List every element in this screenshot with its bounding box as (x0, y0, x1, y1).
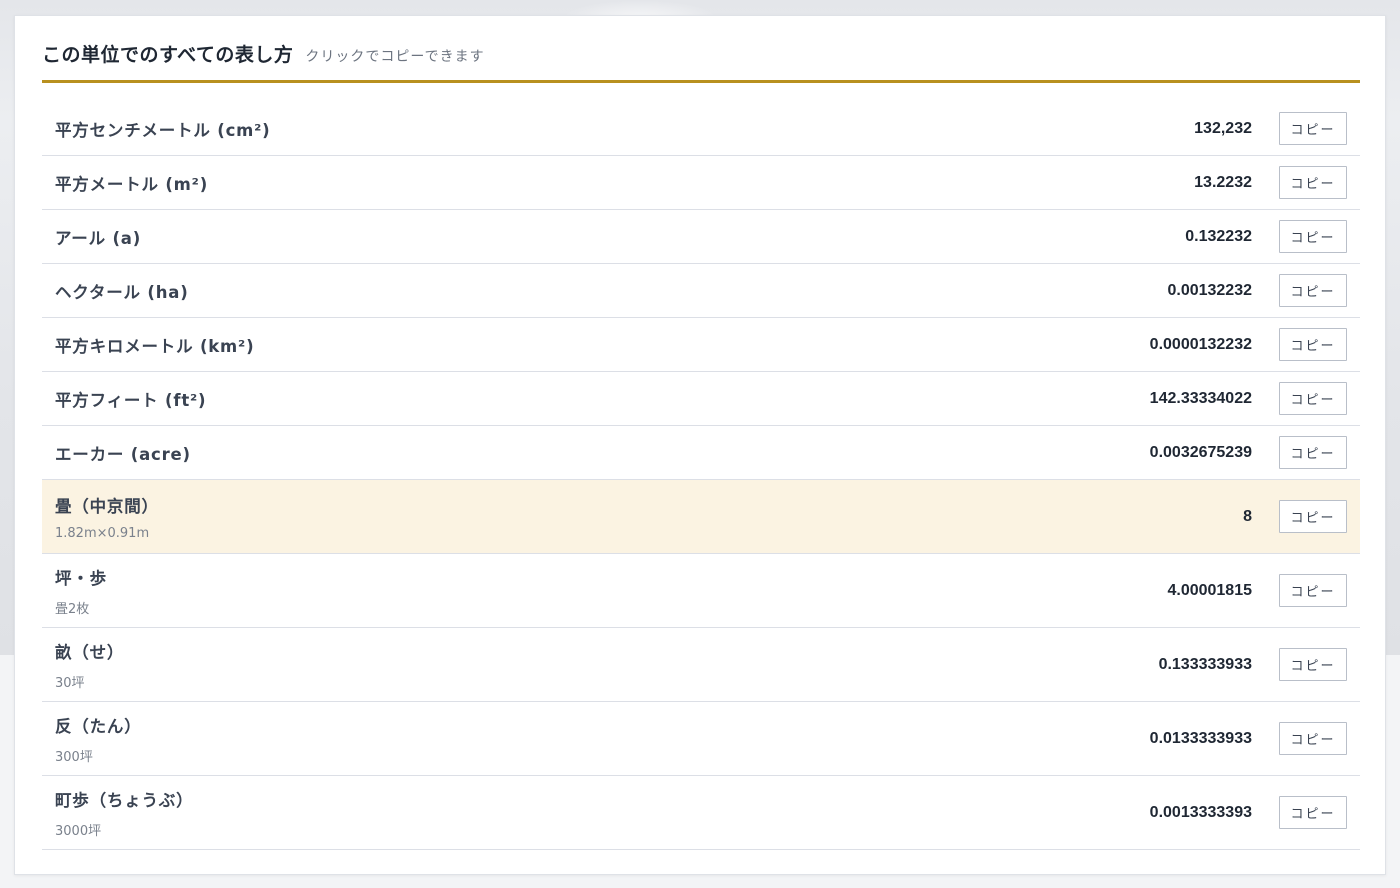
conversion-card: この単位でのすべての表し方 クリックでコピーできます 平方センチメートル (cm… (14, 15, 1386, 875)
unit-value: 0.0032675239 (1149, 443, 1252, 461)
unit-value: 13.2232 (1194, 173, 1252, 191)
unit-name: 坪・歩 (55, 568, 107, 588)
unit-name: 畳（中京間） (55, 496, 159, 516)
unit-row-hectare: ヘクタール (ha) 0.00132232 コピー (42, 264, 1360, 318)
unit-row-se: 畝（せ） 30坪 0.133333933 コピー (42, 628, 1360, 702)
unit-value: 4.00001815 (1167, 581, 1252, 599)
copy-hint: クリックでコピーできます (305, 49, 485, 65)
copy-button[interactable]: コピー (1279, 274, 1347, 307)
copy-button[interactable]: コピー (1279, 112, 1347, 145)
unit-row-jo-selected: 畳（中京間） 1.82m×0.91m 8 コピー (42, 480, 1360, 554)
copy-button[interactable]: コピー (1279, 220, 1347, 253)
unit-list: 平方センチメートル (cm²) 132,232 コピー 平方メートル (m²) … (42, 102, 1360, 850)
copy-button[interactable]: コピー (1279, 574, 1347, 607)
unit-value: 0.0000132232 (1149, 335, 1252, 353)
unit-value: 0.132232 (1185, 227, 1252, 245)
unit-row-cm2: 平方センチメートル (cm²) 132,232 コピー (42, 102, 1360, 156)
unit-value: 0.133333933 (1158, 655, 1252, 673)
unit-name: 平方キロメートル (km²) (55, 336, 255, 356)
unit-description: 300坪 (55, 749, 93, 765)
unit-name: エーカー (acre) (55, 444, 191, 464)
unit-description: 3000坪 (55, 823, 102, 839)
unit-name: 反（たん） (55, 716, 142, 736)
unit-value: 0.0013333393 (1149, 803, 1252, 821)
unit-row-acre: エーカー (acre) 0.0032675239 コピー (42, 426, 1360, 480)
card-header: この単位でのすべての表し方 クリックでコピーできます (42, 44, 1360, 83)
unit-row-km2: 平方キロメートル (km²) 0.0000132232 コピー (42, 318, 1360, 372)
unit-value: 8 (1243, 507, 1252, 525)
unit-description: 1.82m×0.91m (55, 525, 150, 541)
unit-name: アール (a) (55, 228, 142, 248)
unit-row-tan: 反（たん） 300坪 0.0133333933 コピー (42, 702, 1360, 776)
unit-name: 平方フィート (ft²) (55, 390, 207, 410)
unit-row-chobu: 町歩（ちょうぶ） 3000坪 0.0013333393 コピー (42, 776, 1360, 850)
unit-value: 142.33334022 (1149, 389, 1252, 407)
unit-description: 30坪 (55, 675, 85, 691)
unit-description: 畳2枚 (55, 601, 90, 617)
unit-row-are: アール (a) 0.132232 コピー (42, 210, 1360, 264)
unit-name: 町歩（ちょうぶ） (55, 790, 194, 810)
unit-name: 畝（せ） (55, 642, 125, 662)
card-title: この単位でのすべての表し方 (42, 44, 294, 66)
unit-name: 平方メートル (m²) (55, 174, 209, 194)
unit-value: 0.0133333933 (1149, 729, 1252, 747)
copy-button[interactable]: コピー (1279, 722, 1347, 755)
unit-row-tsubo: 坪・歩 畳2枚 4.00001815 コピー (42, 554, 1360, 628)
copy-button[interactable]: コピー (1279, 648, 1347, 681)
unit-value: 132,232 (1194, 119, 1252, 137)
copy-button[interactable]: コピー (1279, 382, 1347, 415)
unit-name: 平方センチメートル (cm²) (55, 120, 271, 140)
unit-row-ft2: 平方フィート (ft²) 142.33334022 コピー (42, 372, 1360, 426)
copy-button[interactable]: コピー (1279, 166, 1347, 199)
copy-button[interactable]: コピー (1279, 436, 1347, 469)
copy-button[interactable]: コピー (1279, 500, 1347, 533)
unit-name: ヘクタール (ha) (55, 282, 189, 302)
unit-row-m2: 平方メートル (m²) 13.2232 コピー (42, 156, 1360, 210)
copy-button[interactable]: コピー (1279, 328, 1347, 361)
unit-value: 0.00132232 (1167, 281, 1252, 299)
copy-button[interactable]: コピー (1279, 796, 1347, 829)
